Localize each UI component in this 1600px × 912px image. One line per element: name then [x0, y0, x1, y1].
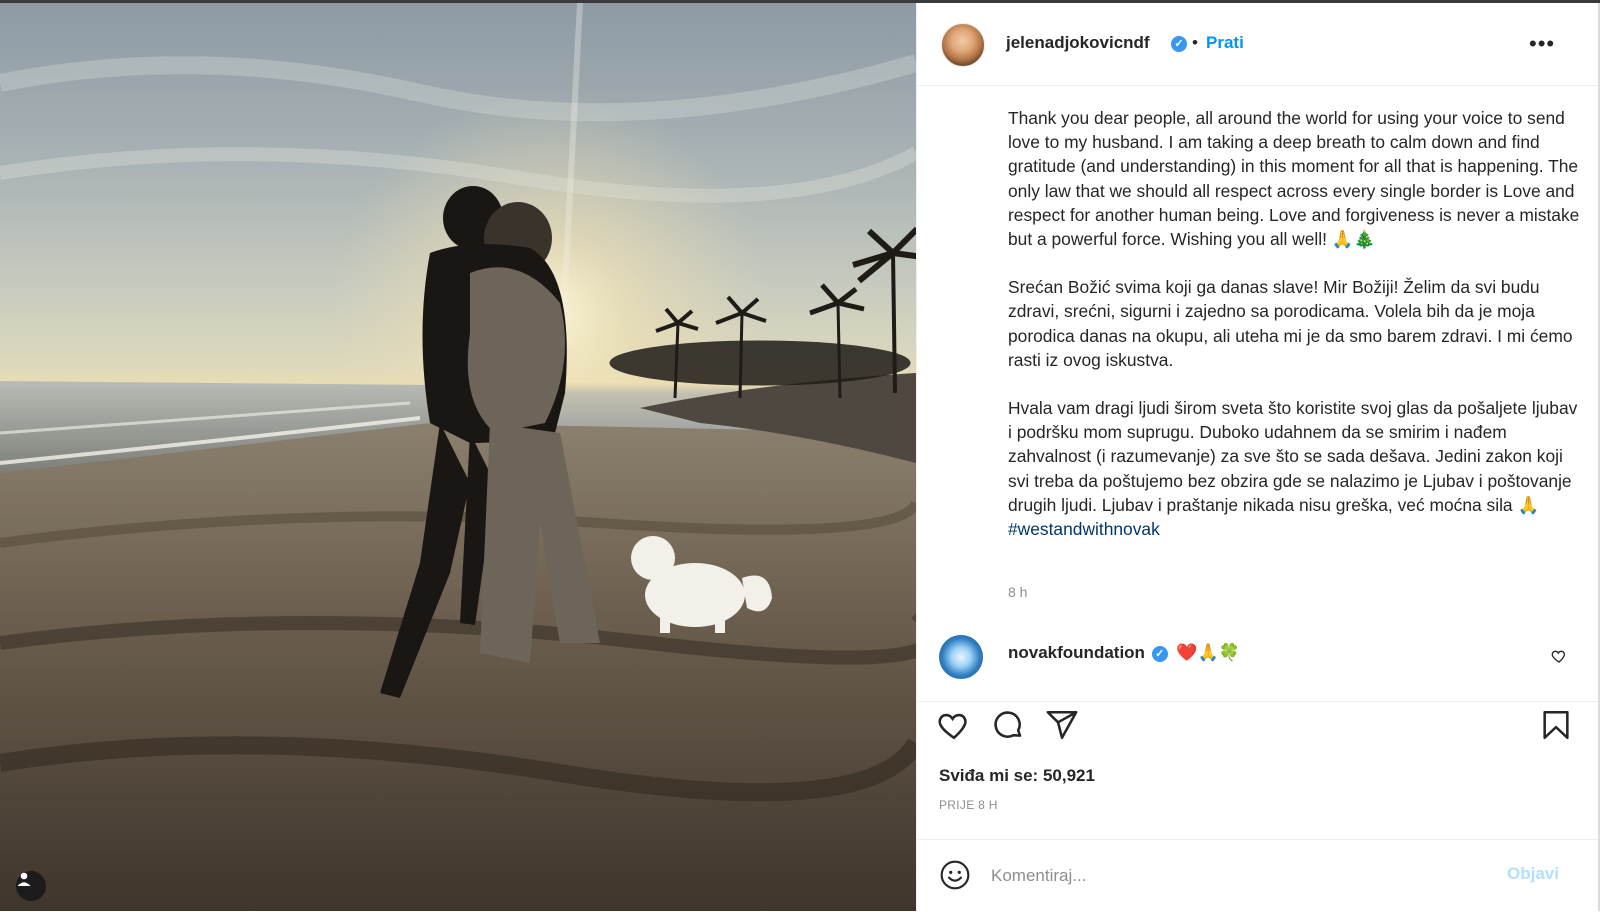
verified-badge-icon: ✓ [1171, 36, 1187, 52]
bookmark-icon[interactable] [1539, 708, 1573, 742]
commenter-username-text[interactable]: novakfoundation [1008, 643, 1145, 662]
comment-text: ❤️🙏🍀 [1176, 643, 1240, 662]
comment-icon[interactable] [991, 708, 1025, 742]
post-photo[interactable] [0, 3, 916, 911]
header-separator: • [1192, 33, 1198, 52]
post-header: jelenadjokovicndf ✓ • Prati ••• [917, 3, 1600, 86]
add-comment-bar: Objavi [917, 839, 1600, 912]
post-detail-panel: jelenadjokovicndf ✓ • Prati ••• Thank yo… [916, 3, 1600, 911]
verified-badge-icon: ✓ [1151, 646, 1168, 662]
caption-paragraph-sr-1: Srećan Božić svima koji ga danas slave! … [1008, 277, 1573, 370]
comment-item: novakfoundation ✓ ❤️🙏🍀 [917, 633, 1600, 693]
emoji-icon[interactable] [939, 859, 971, 891]
caption-paragraph-sr-2-text: Hvala vam dragi ljudi širom sveta što ko… [1008, 398, 1578, 515]
heart-icon[interactable] [937, 708, 971, 742]
caption-timestamp[interactable]: 8 h [1008, 584, 1027, 600]
commenter-avatar[interactable] [939, 635, 983, 679]
comment-like-heart-icon[interactable] [1551, 648, 1567, 664]
user-tag-icon [17, 872, 31, 886]
likes-number: 50,921 [1042, 766, 1095, 785]
post-actions-bar [917, 708, 1600, 752]
hashtag-link[interactable]: #westandwithnovak [1008, 519, 1160, 539]
post-comment-button[interactable]: Objavi [1507, 864, 1559, 884]
post-timestamp[interactable]: PRIJE 8 H [939, 798, 998, 812]
likes-label: Sviđa mi se: [939, 766, 1039, 785]
more-options-button[interactable]: ••• [1529, 31, 1555, 57]
likes-count[interactable]: Sviđa mi se: 50,921 [939, 766, 1095, 786]
beach-scene-illustration [0, 3, 916, 911]
caption-paragraph-en: Thank you dear people, all around the wo… [1008, 108, 1580, 250]
post-author-username[interactable]: jelenadjokovicndf [1006, 33, 1150, 53]
caption-paragraph-sr-2: Hvala vam dragi ljudi širom sveta što ko… [1008, 396, 1583, 541]
commenter-username: novakfoundation ✓ ❤️🙏🍀 [1008, 643, 1240, 663]
divider [917, 701, 1600, 702]
tagged-users-button[interactable] [16, 871, 46, 901]
follow-button[interactable]: Prati [1206, 33, 1244, 53]
comment-input[interactable] [989, 860, 1493, 892]
post-caption: Thank you dear people, all around the wo… [1008, 106, 1583, 541]
avatar[interactable] [941, 23, 985, 67]
send-icon[interactable] [1045, 708, 1079, 742]
